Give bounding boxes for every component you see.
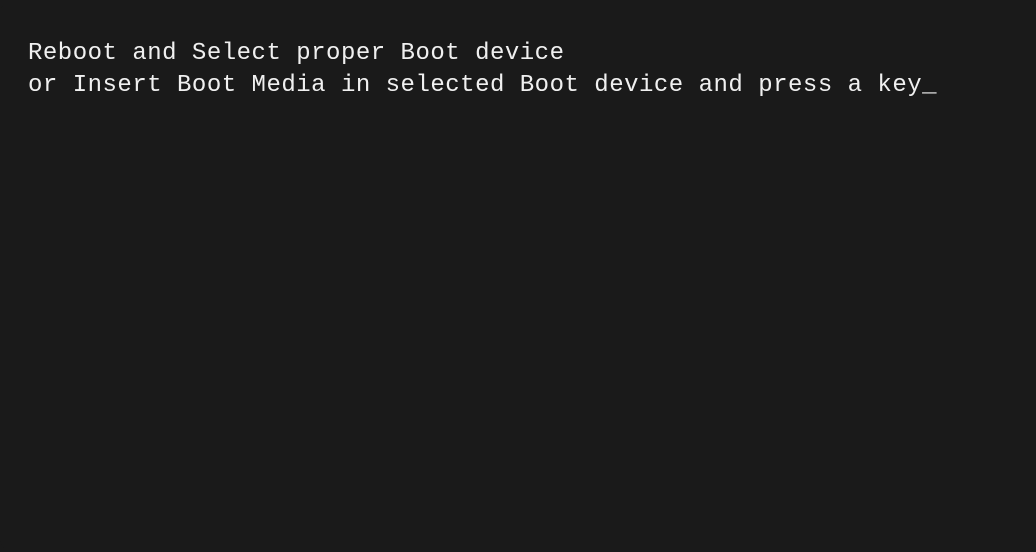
text-cursor: _ xyxy=(922,70,937,102)
bios-message-line-2-text: or Insert Boot Media in selected Boot de… xyxy=(28,72,922,99)
bios-screen[interactable]: Reboot and Select proper Boot device or … xyxy=(0,0,1036,552)
bios-message-line-1: Reboot and Select proper Boot device xyxy=(28,38,1008,70)
bios-message-line-2: or Insert Boot Media in selected Boot de… xyxy=(28,70,1008,102)
